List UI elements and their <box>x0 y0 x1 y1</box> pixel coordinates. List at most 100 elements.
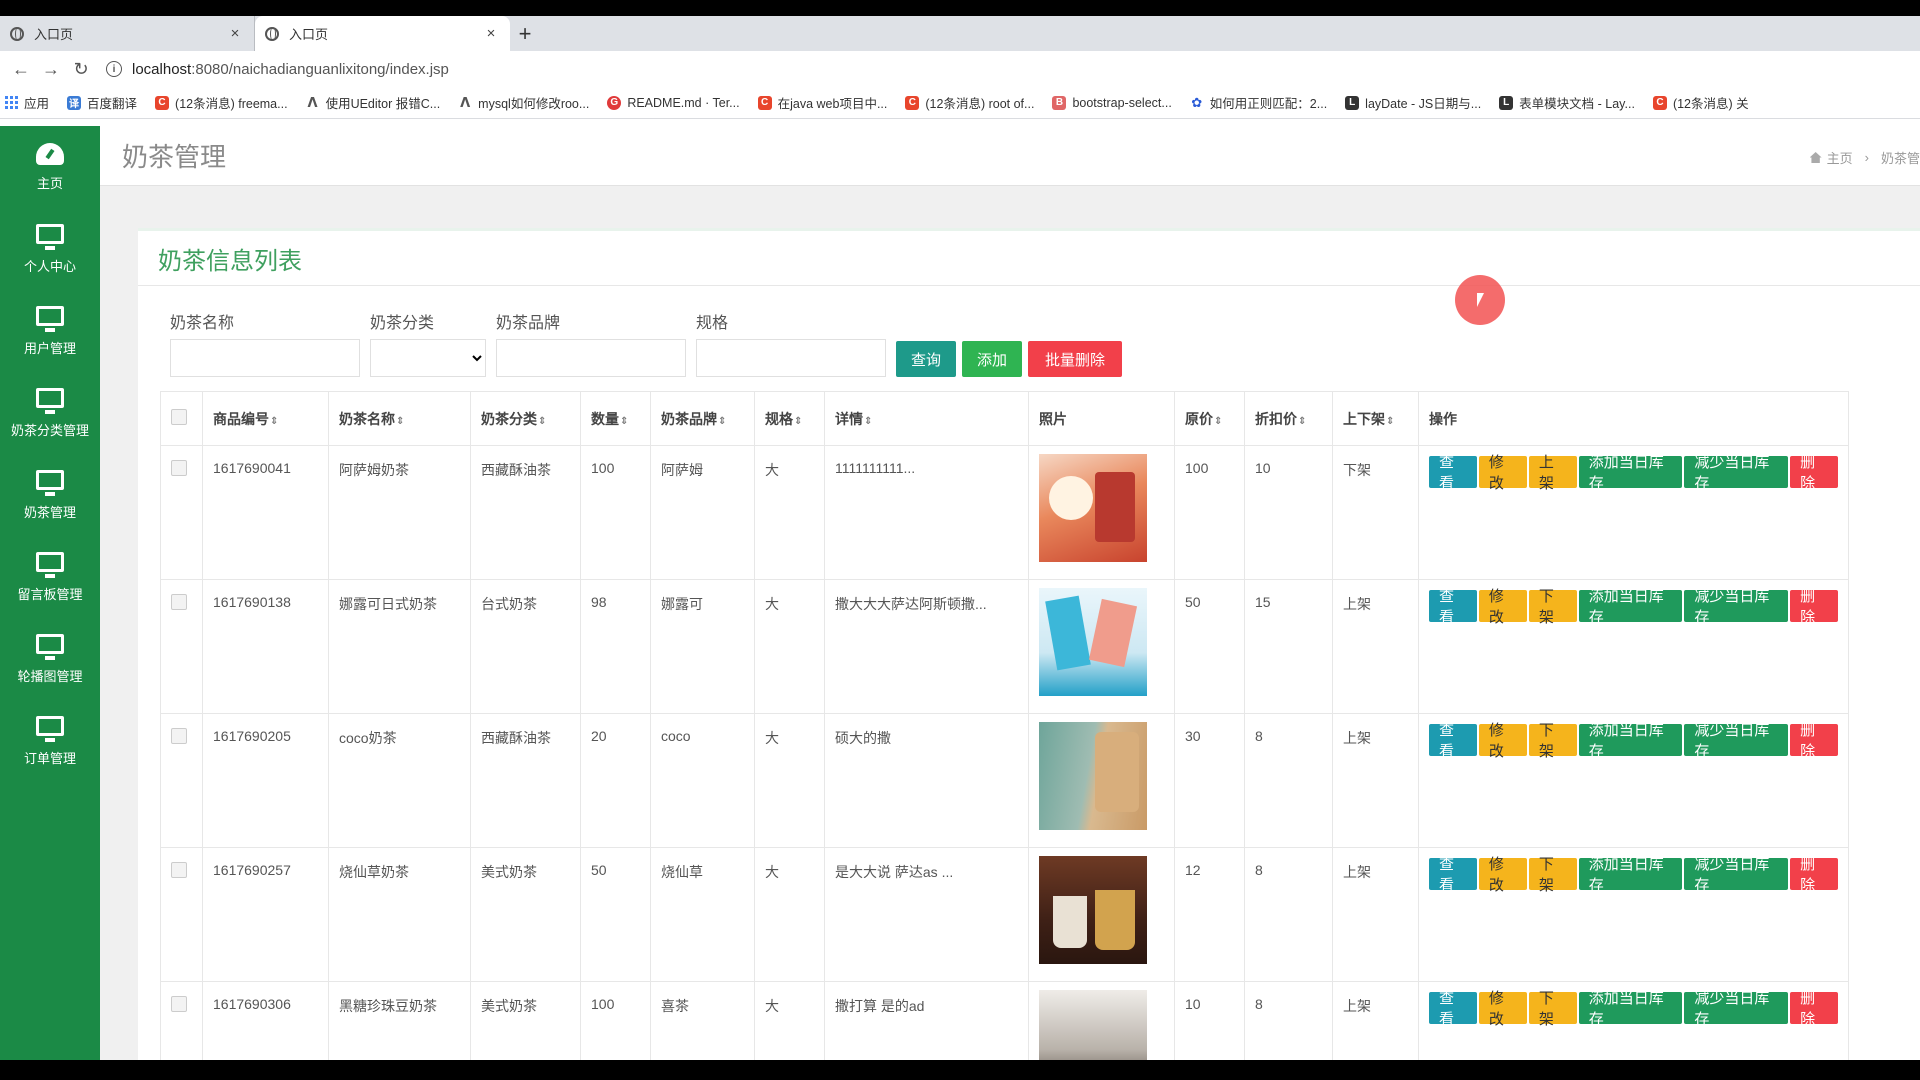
bookmark-item[interactable]: C (12条消息) root of... <box>905 93 1034 112</box>
back-arrow-icon[interactable]: ← <box>6 54 36 84</box>
sidebar-item-orders[interactable]: 订单管理 <box>0 700 100 782</box>
close-tab-icon[interactable]: × <box>482 25 500 42</box>
view-button[interactable]: 查看 <box>1429 588 1477 626</box>
delete-button[interactable]: 删除 <box>1790 588 1838 626</box>
breadcrumb: 主页 › 奶茶管 <box>1809 148 1920 167</box>
breadcrumb-home[interactable]: 主页 <box>1827 148 1853 167</box>
add-stock-button[interactable]: 添加当日库存 <box>1578 990 1683 1028</box>
sidebar-item-carousel[interactable]: 轮播图管理 <box>0 618 100 700</box>
delete-button[interactable]: 删除 <box>1790 990 1838 1028</box>
new-tab-button[interactable]: + <box>510 16 540 51</box>
sidebar-item-home[interactable]: 主页 <box>0 126 100 208</box>
sidebar-item-personal-center[interactable]: 个人中心 <box>0 208 100 290</box>
col-status[interactable]: 上下架⇕ <box>1332 391 1419 446</box>
monitor-icon <box>36 387 64 414</box>
spec-input[interactable] <box>696 339 886 377</box>
breadcrumb-current: 奶茶管 <box>1880 151 1920 166</box>
add-stock-button[interactable]: 添加当日库存 <box>1578 722 1683 760</box>
sidebar-item-tea-categories[interactable]: 奶茶分类管理 <box>0 372 100 454</box>
col-spec[interactable]: 规格⇕ <box>754 391 825 446</box>
view-button[interactable]: 查看 <box>1429 454 1477 492</box>
batch-delete-button[interactable]: 批量删除 <box>1028 341 1122 377</box>
search-field-spec: 规格 <box>696 309 886 377</box>
forward-arrow-icon[interactable]: → <box>36 54 66 84</box>
sidebar-item-tea[interactable]: 奶茶管理 <box>0 454 100 536</box>
tea-name-input[interactable] <box>170 339 360 377</box>
select-all-checkbox[interactable] <box>171 409 187 425</box>
col-category[interactable]: 奶茶分类⇕ <box>470 391 581 446</box>
cell-price: 100 <box>1174 445 1245 580</box>
col-brand[interactable]: 奶茶品牌⇕ <box>650 391 755 446</box>
query-button[interactable]: 查询 <box>896 341 956 377</box>
sidebar-item-label: 个人中心 <box>23 258 76 274</box>
sidebar-item-messages[interactable]: 留言板管理 <box>0 536 100 618</box>
view-button[interactable]: 查看 <box>1429 990 1477 1028</box>
add-stock-button[interactable]: 添加当日库存 <box>1578 856 1683 894</box>
edit-button[interactable]: 修改 <box>1478 722 1527 760</box>
edit-button[interactable]: 修改 <box>1478 454 1527 492</box>
col-code[interactable]: 商品编号⇕ <box>202 391 329 446</box>
browser-tab-1[interactable]: 入口页 × <box>0 16 255 51</box>
bookmark-item[interactable]: ✿ 如何用正则匹配：2... <box>1190 93 1327 112</box>
cell-spec: 大 <box>754 847 825 982</box>
bookmark-apps[interactable]: 应用 <box>4 93 49 112</box>
view-button[interactable]: 查看 <box>1429 722 1477 760</box>
edit-button[interactable]: 修改 <box>1478 588 1527 626</box>
row-checkbox[interactable] <box>171 728 187 744</box>
edit-button[interactable]: 修改 <box>1478 990 1527 1028</box>
bookmark-item[interactable]: 译百度翻译 <box>67 93 137 112</box>
row-checkbox[interactable] <box>171 594 187 610</box>
col-qty[interactable]: 数量⇕ <box>580 391 651 446</box>
row-checkbox[interactable] <box>171 460 187 476</box>
shelf-toggle-button[interactable]: 下架 <box>1528 588 1577 626</box>
close-tab-icon[interactable]: × <box>226 25 244 42</box>
bookmark-item[interactable]: C 在java web项目中... <box>757 93 887 112</box>
add-button[interactable]: 添加 <box>962 341 1022 377</box>
tea-brand-input[interactable] <box>496 339 686 377</box>
row-checkbox[interactable] <box>171 996 187 1012</box>
reload-icon[interactable]: ↻ <box>66 54 96 84</box>
reduce-stock-button[interactable]: 减少当日库存 <box>1684 990 1789 1028</box>
ueditor-icon: ᐱ <box>460 94 471 110</box>
view-button[interactable]: 查看 <box>1429 856 1477 894</box>
add-stock-button[interactable]: 添加当日库存 <box>1578 454 1683 492</box>
delete-button[interactable]: 删除 <box>1790 454 1838 492</box>
cell-name: coco奶茶 <box>328 713 471 848</box>
col-discount[interactable]: 折扣价⇕ <box>1244 391 1333 446</box>
bookmark-item[interactable]: Bbootstrap-select... <box>1052 95 1172 110</box>
tea-category-select[interactable] <box>370 339 486 377</box>
col-name[interactable]: 奶茶名称⇕ <box>328 391 471 446</box>
bookmark-item[interactable]: ᐱ mysql如何修改roo... <box>458 93 589 112</box>
panel-title: 奶茶信息列表 <box>138 231 1920 286</box>
bookmark-item[interactable]: G README.md · Ter... <box>607 95 740 110</box>
reduce-stock-button[interactable]: 减少当日库存 <box>1684 588 1789 626</box>
page-header: 奶茶管理 主页 › 奶茶管 <box>100 126 1920 186</box>
browser-tab-2[interactable]: 入口页 × <box>255 16 510 51</box>
delete-button[interactable]: 删除 <box>1790 856 1838 894</box>
sort-icon: ⇕ <box>1298 415 1307 427</box>
row-checkbox[interactable] <box>171 862 187 878</box>
bookmark-item[interactable]: ᐱ 使用UEditor 报错C... <box>306 93 441 112</box>
col-detail[interactable]: 详情⇕ <box>824 391 1029 446</box>
site-info-icon[interactable]: i <box>106 61 122 77</box>
delete-button[interactable]: 删除 <box>1790 722 1838 760</box>
shelf-toggle-button[interactable]: 上架 <box>1528 454 1577 492</box>
bookmark-item[interactable]: L 表单模块文档 - Lay... <box>1499 93 1635 112</box>
name-label: 奶茶名称 <box>170 315 235 332</box>
sidebar-item-users[interactable]: 用户管理 <box>0 290 100 372</box>
shelf-toggle-button[interactable]: 下架 <box>1528 990 1577 1028</box>
reduce-stock-button[interactable]: 减少当日库存 <box>1684 454 1789 492</box>
reduce-stock-button[interactable]: 减少当日库存 <box>1684 722 1789 760</box>
bookmark-item[interactable]: C (12条消息) 关 <box>1652 93 1749 112</box>
shelf-toggle-button[interactable]: 下架 <box>1528 722 1577 760</box>
address-bar[interactable]: i localhost:8080/naichadianguanlixitong/… <box>106 54 1920 84</box>
bookmark-item[interactable]: C (12条消息) freema... <box>155 93 288 112</box>
reduce-stock-button[interactable]: 减少当日库存 <box>1684 856 1789 894</box>
bookmark-item[interactable]: LlayDate - JS日期与... <box>1345 93 1481 112</box>
shelf-toggle-button[interactable]: 下架 <box>1528 856 1577 894</box>
row-actions: 查看 修改 下架 添加当日库存 减少当日库存 删除 <box>1429 588 1838 626</box>
add-stock-button[interactable]: 添加当日库存 <box>1578 588 1683 626</box>
edit-button[interactable]: 修改 <box>1478 856 1527 894</box>
col-price[interactable]: 原价⇕ <box>1174 391 1245 446</box>
cell-status: 上架 <box>1332 579 1419 714</box>
